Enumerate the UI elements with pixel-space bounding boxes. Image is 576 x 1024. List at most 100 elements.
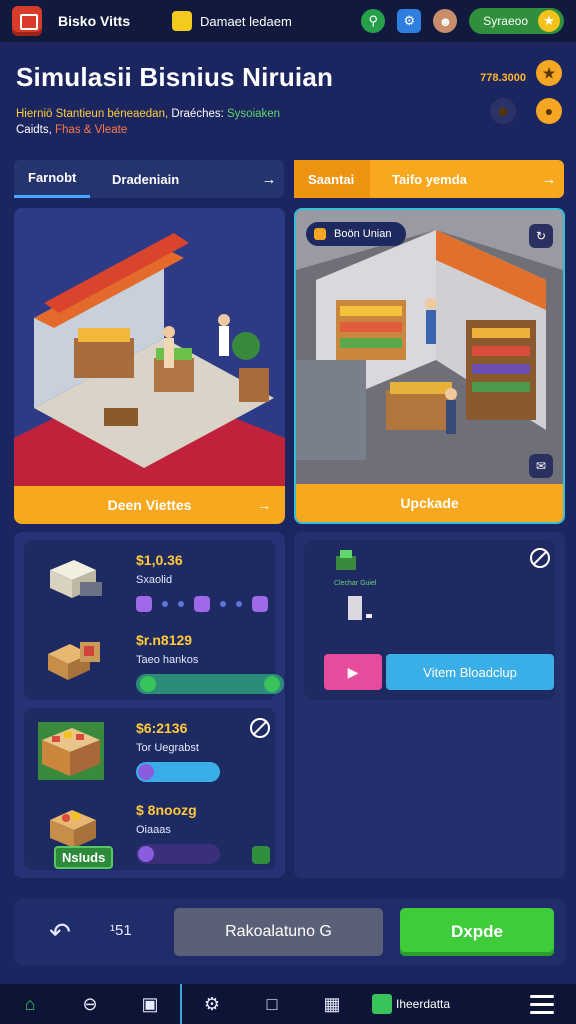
hamburger-menu-icon[interactable] <box>530 994 554 1014</box>
subtitle-part: Fhas & Vleate <box>55 124 128 136</box>
subtitle-part: Caidts, <box>16 124 52 136</box>
slider-handle[interactable] <box>264 676 280 692</box>
store-icon <box>372 994 392 1014</box>
coin-balance[interactable]: Syraeoo ★ <box>469 8 564 34</box>
coin-balance-label: Syraeoo <box>483 14 528 28</box>
inventory-group: $6:2136 Tor Uegrabst NsIuds $ 8noozg Oia… <box>24 708 275 870</box>
subtitle-part: Hierniö Stantieun béneaedan, <box>16 108 169 120</box>
page-subtitle: Hierniö Stantieun béneaedan, Draéches: S… <box>16 106 416 138</box>
stats-icon[interactable]: ⚙ <box>182 984 242 1024</box>
progress-bar[interactable] <box>136 762 220 782</box>
tab-saantai[interactable]: Saantai <box>294 160 370 198</box>
arrow-right-icon: → <box>257 497 271 513</box>
upgrade-panel: Clechar Guiel ▶ Vitem Bloadclup <box>294 532 565 878</box>
step-dot <box>220 601 226 607</box>
slider-handle[interactable] <box>138 764 154 780</box>
play-icon[interactable]: ▶ <box>324 654 382 690</box>
subtitle-part: Draéches: <box>171 108 224 120</box>
store-nav-item[interactable]: Iheerdatta <box>372 994 450 1014</box>
action-bar: ↶ ¹51 Rakoalatuno G Dxpde <box>14 898 565 966</box>
crates-icon <box>48 642 100 680</box>
item-price: $r.n8129 <box>136 632 193 648</box>
video-offer-card: Clechar Guiel ▶ Vitem Bloadclup <box>304 540 555 700</box>
progress-bar[interactable] <box>136 674 284 694</box>
subtitle-part: Sysoiaken <box>227 108 281 120</box>
note-icon <box>172 11 192 31</box>
step-dot <box>236 601 242 607</box>
back-count: ¹51 <box>110 922 132 939</box>
settings-icon[interactable]: ⚙ <box>397 9 422 33</box>
store-card-left[interactable]: Deen Viettes → <box>14 208 285 524</box>
arrow-right-icon[interactable]: → <box>254 171 284 188</box>
upgrade-store-button[interactable]: Upckade <box>296 484 563 522</box>
deen-viettes-button[interactable]: Deen Viettes → <box>14 486 285 524</box>
box-icon <box>50 560 102 598</box>
app-logo-icon[interactable] <box>12 6 42 36</box>
store-card-right[interactable]: Boön Unian ↻ ✉ Upckade <box>294 208 565 524</box>
produce-crate-icon <box>38 722 104 780</box>
item-name: Tor Uegrabst <box>136 742 199 754</box>
arrow-right-icon[interactable]: → <box>534 171 564 188</box>
shop-icon[interactable]: ▦ <box>302 984 362 1024</box>
profile-button[interactable]: ☻ <box>490 98 516 124</box>
star-icon: ★ <box>538 10 560 32</box>
fruit-crate-icon <box>50 810 96 848</box>
list-item[interactable]: $1,0.36 Sxaolid <box>24 542 275 622</box>
video-offer-button[interactable]: Vitem Bloadclup <box>386 654 554 690</box>
list-item[interactable]: $6:2136 Tor Uegrabst <box>24 710 275 790</box>
mini-label: Clechar Guiel <box>334 580 377 587</box>
item-name: Sxaolid <box>136 574 173 586</box>
list-item[interactable]: NsIuds $ 8noozg Oiaaas <box>24 792 275 872</box>
box-nav-icon[interactable]: ▣ <box>120 984 180 1024</box>
cash-register-icon <box>336 550 356 570</box>
refresh-icon[interactable]: ↻ <box>529 224 553 248</box>
step-icon <box>252 596 268 612</box>
top-bar: Bisko Vitts Damaet ledaem ⚲ ⚙ ☻ Syraeoo … <box>0 0 576 42</box>
page-title: Simulasii Bisnius Niruian <box>16 62 334 92</box>
block-icon[interactable] <box>530 548 550 568</box>
recalculate-button[interactable]: Rakoalatuno G <box>174 908 383 956</box>
search-icon[interactable]: ⚲ <box>361 9 386 33</box>
tabs-right: Saantai Taifo yemda → <box>294 160 564 198</box>
device-icon <box>348 596 372 620</box>
step-dot <box>178 601 184 607</box>
item-price: $1,0.36 <box>136 552 183 568</box>
minus-circle-icon[interactable]: ⊖ <box>60 984 120 1024</box>
video-offer-row: ▶ Vitem Bloadclup <box>324 654 554 690</box>
item-price: $6:2136 <box>136 720 188 736</box>
tab-dradeniain[interactable]: Dradeniain <box>90 172 254 187</box>
back-arrow-icon[interactable]: ↶ <box>44 916 76 948</box>
progress-dots <box>136 596 268 612</box>
list-item[interactable]: $r.n8129 Taeo hankos <box>24 622 284 702</box>
inventory-panel: $1,0.36 Sxaolid $r.n8129 Taeo hankos $6:… <box>14 532 285 878</box>
app-name: Bisko Vitts <box>58 13 131 29</box>
search-chip-label: Damaet ledaem <box>200 13 292 29</box>
step-dot <box>162 601 168 607</box>
item-price: $ 8noozg <box>136 802 197 818</box>
slider-handle[interactable] <box>140 676 156 692</box>
tab-taifo-yemda[interactable]: Taifo yemda <box>370 172 534 187</box>
inventory-group: $1,0.36 Sxaolid $r.n8129 Taeo hankos <box>24 540 284 702</box>
search-chip[interactable]: Damaet ledaem <box>172 11 292 31</box>
chat-icon[interactable]: ✉ <box>529 454 553 478</box>
score-readout: 778.3000 <box>480 72 526 84</box>
progress-bar[interactable] <box>136 844 220 864</box>
step-icon <box>194 596 210 612</box>
item-name: Taeo hankos <box>136 654 199 666</box>
tab-farnobt[interactable]: Farnobt <box>14 160 90 198</box>
store-interior-illustration <box>296 210 563 484</box>
bottom-nav: ⌂ ⊖ ▣ ⚙ □ ▦ Iheerdatta <box>0 984 576 1024</box>
reward-button[interactable]: ● <box>536 98 562 124</box>
upgrade-button[interactable]: Dxpde <box>400 908 554 956</box>
store-name: Boön Unian <box>334 228 392 240</box>
slider-handle[interactable] <box>138 846 154 862</box>
upgrade-store-label: Upckade <box>400 495 459 511</box>
item-name: Oiaaas <box>136 824 171 836</box>
tabs-left: Farnobt Dradeniain → <box>14 160 284 198</box>
avatar[interactable]: ☻ <box>433 9 458 33</box>
step-icon <box>136 596 152 612</box>
coin-shop-button[interactable]: ★ <box>536 60 562 86</box>
home-icon[interactable]: ⌂ <box>0 984 60 1024</box>
chart-icon[interactable]: □ <box>242 984 302 1024</box>
close-icon[interactable] <box>252 846 270 864</box>
